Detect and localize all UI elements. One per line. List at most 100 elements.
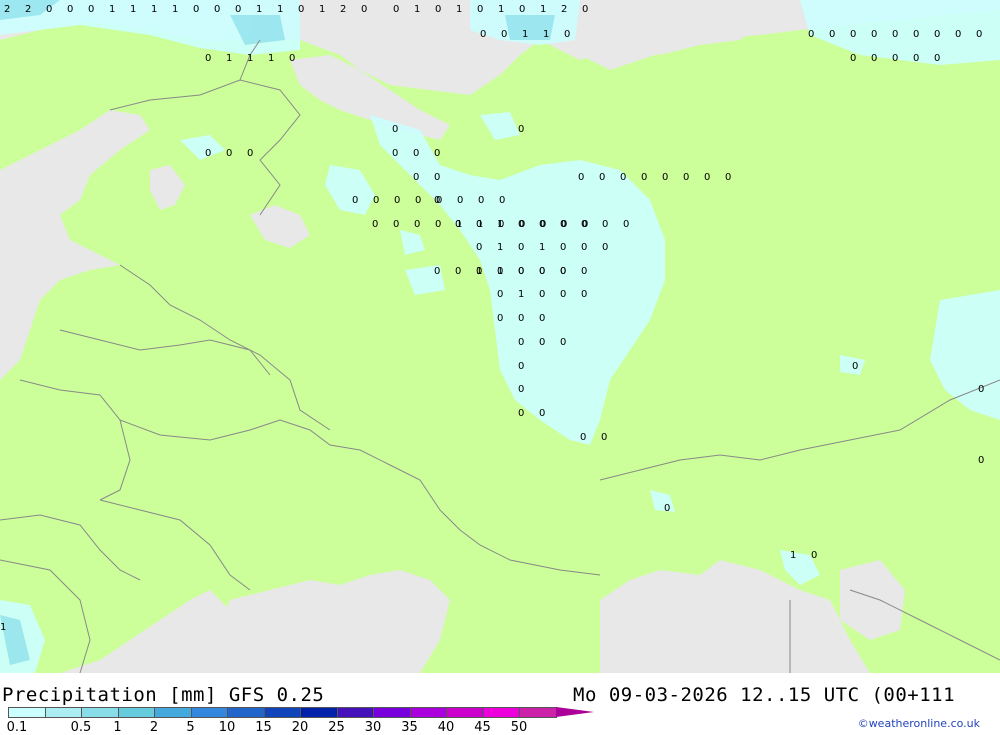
grid-value: 0 (518, 266, 524, 277)
grid-value: 0 (413, 172, 419, 183)
grid-value: 0 (602, 242, 608, 253)
grid-value: 1 (498, 4, 504, 15)
grid-value: 1 (497, 266, 503, 277)
map-title: Precipitation [mm] GFS 0.25 (2, 684, 325, 706)
grid-value: 0 (394, 195, 400, 206)
grid-value: 0 (235, 4, 241, 15)
precipitation-map: 2 2 0 0 0 1 1 1 1 0 0 0 1 1 0 1 2 0 0 1 0 1 0 1 0 1 2 0 0 0 1 1 0 0 1 1 1 0 0 0… (0, 0, 1000, 673)
grid-value: 0 (978, 455, 984, 466)
grid-value: 1 (226, 53, 232, 64)
grid-value: 0 (214, 4, 220, 15)
grid-value: 0 (436, 195, 442, 206)
grid-value: 0 (518, 384, 524, 395)
legend-swatch (300, 707, 338, 718)
grid-value: 0 (540, 219, 546, 230)
legend-swatch (117, 707, 155, 718)
map-datetime: Mo 09-03-2026 12..15 UTC (00+111 (573, 684, 956, 706)
grid-value: 0 (499, 195, 505, 206)
grid-value: 1 (414, 4, 420, 15)
grid-value: 0 (582, 219, 588, 230)
grid-value: 0 (850, 29, 856, 40)
grid-value: 0 (561, 219, 567, 230)
grid-value: 0 (519, 219, 525, 230)
legend-swatch (519, 707, 557, 718)
legend-swatch (263, 707, 301, 718)
grid-value: 0 (664, 503, 670, 514)
grid-value: 2 (25, 4, 31, 15)
grid-value: 0 (392, 148, 398, 159)
grid-value: 0 (226, 148, 232, 159)
grid-value: 0 (413, 148, 419, 159)
grid-value: 1 (109, 4, 115, 15)
grid-value: 0 (193, 4, 199, 15)
grid-value: 1 (247, 53, 253, 64)
grid-value: 1 (539, 242, 545, 253)
grid-value: 0 (852, 361, 858, 372)
grid-value: 0 (393, 219, 399, 230)
grid-value: 0 (976, 29, 982, 40)
grid-value: 0 (581, 289, 587, 300)
grid-value: 0 (289, 53, 295, 64)
grid-value: 0 (725, 172, 731, 183)
legend-swatch (409, 707, 447, 718)
grid-value: 0 (539, 313, 545, 324)
grid-value: 1 (540, 4, 546, 15)
grid-value: 0 (518, 124, 524, 135)
grid-value: 1 (319, 4, 325, 15)
grid-value: 0 (518, 337, 524, 348)
grid-value: 0 (580, 432, 586, 443)
credit-link[interactable]: ©weatheronline.co.uk (858, 717, 980, 730)
grid-value: 0 (392, 124, 398, 135)
grid-value: 0 (498, 219, 504, 230)
grid-value: 0 (361, 4, 367, 15)
grid-value: 1 (522, 29, 528, 40)
grid-value: 0 (434, 172, 440, 183)
grid-value: 0 (414, 219, 420, 230)
grid-value: 0 (808, 29, 814, 40)
grid-value: 0 (480, 29, 486, 40)
grid-value: 0 (934, 53, 940, 64)
grid-value: 1 (256, 4, 262, 15)
grid-value: 2 (340, 4, 346, 15)
grid-value: 0 (478, 195, 484, 206)
grid-value: 0 (497, 313, 503, 324)
legend-swatch (446, 707, 484, 718)
grid-value: 0 (497, 289, 503, 300)
grid-value: 0 (602, 219, 608, 230)
grid-value: 0 (415, 195, 421, 206)
grid-value: 0 (372, 219, 378, 230)
grid-value: 0 (704, 172, 710, 183)
grid-value: 0 (641, 172, 647, 183)
grid-value: 0 (457, 195, 463, 206)
grid-value: 1 (277, 4, 283, 15)
grid-value: 2 (4, 4, 10, 15)
grid-value: 0 (476, 266, 482, 277)
legend-swatch (190, 707, 228, 718)
grid-value: 1 (497, 242, 503, 253)
grid-value: 1 (268, 53, 274, 64)
grid-value: 0 (205, 53, 211, 64)
grid-value: 0 (560, 242, 566, 253)
grid-value: 0 (829, 29, 835, 40)
grid-value: 0 (298, 4, 304, 15)
grid-value: 0 (850, 53, 856, 64)
legend-swatch (227, 707, 265, 718)
grid-value: 0 (871, 29, 877, 40)
grid-value: 1 (172, 4, 178, 15)
grid-value: 0 (683, 172, 689, 183)
grid-value: 0 (892, 29, 898, 40)
legend-swatch (8, 707, 46, 718)
grid-value: 0 (581, 266, 587, 277)
grid-value: 0 (560, 289, 566, 300)
grid-value: 0 (578, 172, 584, 183)
grid-value: 0 (599, 172, 605, 183)
grid-value: 0 (352, 195, 358, 206)
grid-value: 0 (518, 313, 524, 324)
grid-value: 0 (205, 148, 211, 159)
grid-value: 0 (582, 4, 588, 15)
legend-swatch (81, 707, 119, 718)
grid-value: 0 (434, 266, 440, 277)
grid-value: 0 (539, 289, 545, 300)
legend-swatch (373, 707, 411, 718)
grid-value: 0 (518, 361, 524, 372)
